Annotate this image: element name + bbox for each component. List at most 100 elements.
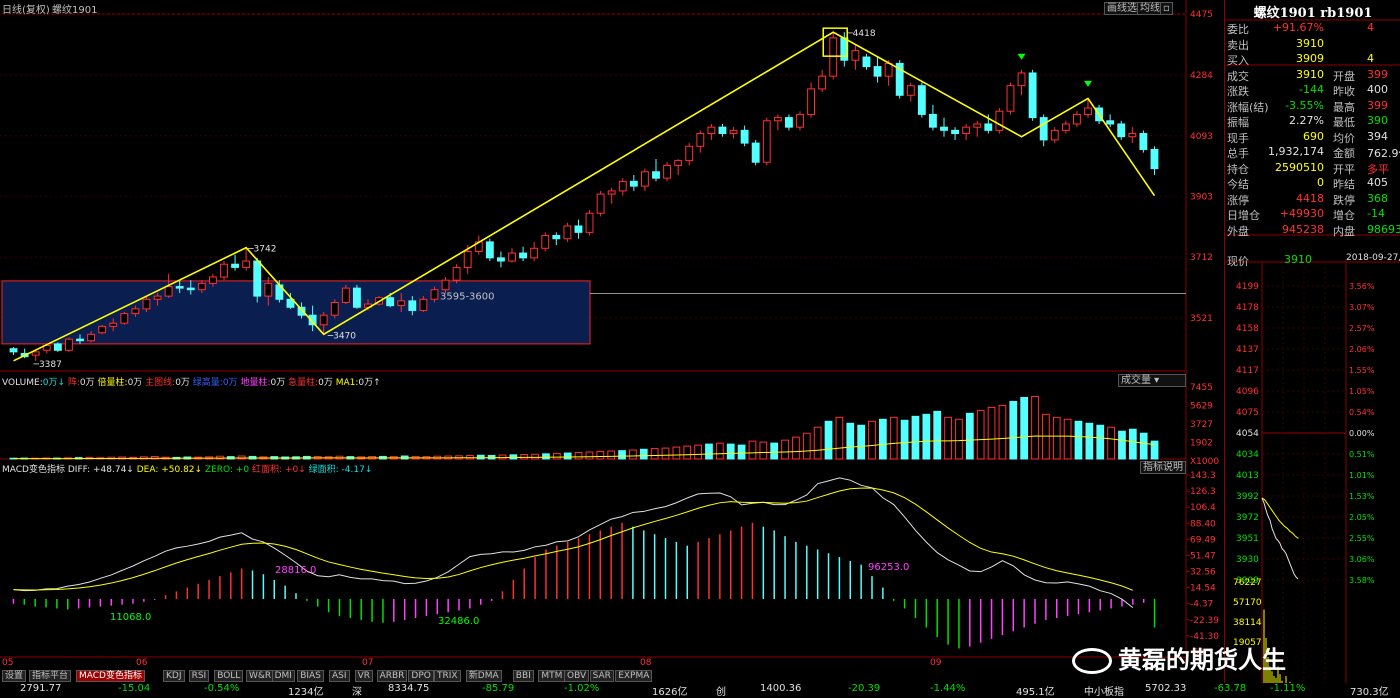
volume-bar: [639, 448, 648, 460]
candle-body: [508, 252, 516, 262]
volume-bar: [792, 436, 800, 460]
volume-bar: [531, 453, 539, 460]
indicator-tab[interactable]: EXPMA: [615, 670, 653, 682]
quote-value: 3910: [1296, 67, 1324, 81]
volume-bar: [629, 449, 637, 460]
volume-bar: [737, 444, 746, 460]
swing-low-label: ─3470: [327, 331, 357, 341]
candle-body: [1050, 129, 1059, 141]
volume-indicator-dropdown[interactable]: 成交量 ▾: [1118, 374, 1186, 387]
macd-lvmj: 绿面积: -4.17↓: [308, 465, 373, 475]
indicator-tab[interactable]: DMI: [271, 670, 295, 682]
volume-bar: [878, 418, 887, 460]
date-axis-label: 06: [136, 658, 148, 668]
candle-body: [1006, 85, 1015, 112]
quote-value: +49930: [1279, 207, 1324, 220]
status-item: 2791.77: [20, 683, 62, 694]
candle-body: [729, 129, 738, 135]
macd-diff: DIFF: +48.74↓: [67, 465, 134, 475]
price-tick-label: 4093: [1190, 132, 1213, 142]
indicator-tab[interactable]: RSI: [188, 670, 210, 682]
volume-header-item: 0万: [175, 378, 193, 388]
volume-header-item: VOLUME:: [2, 378, 43, 388]
candle-body: [541, 235, 550, 249]
status-item: 创: [716, 687, 726, 698]
indicator-tab[interactable]: VR: [354, 670, 374, 682]
volume-bar: [1020, 396, 1029, 460]
low-label: ─3387: [33, 360, 62, 370]
quote-row: 涨跌 -144 昨收 400: [1226, 82, 1400, 98]
candle-body: [640, 171, 649, 187]
indicator-tab[interactable]: MTM: [538, 670, 566, 682]
quote-value: 3909: [1296, 52, 1324, 65]
macd-name[interactable]: MACD变色指标: [2, 465, 65, 475]
quote-value: -144: [1299, 83, 1324, 96]
quote-value2: 390: [1367, 114, 1388, 127]
indicator-tab[interactable]: SAR: [589, 670, 614, 682]
date-axis-label: 09: [930, 658, 942, 668]
quote-row: 持仓 2590510 开平 多平: [1226, 160, 1400, 176]
indicator-tab[interactable]: ASI: [329, 670, 350, 682]
candle-body: [740, 129, 749, 144]
volume-bar: [748, 440, 757, 460]
volume-header-item: 主图线:: [145, 378, 176, 388]
volume-bar: [1139, 432, 1148, 460]
candle-body: [563, 225, 572, 240]
candle-body: [31, 351, 40, 356]
volume-bar: [1085, 422, 1094, 460]
quote-value: 1,932,174: [1268, 145, 1324, 158]
volume-tick-label: X1000: [1190, 457, 1219, 467]
peak-label: ─4418: [846, 29, 876, 39]
indicator-tab[interactable]: BOLL: [214, 670, 244, 682]
indicator-tab[interactable]: 指标平台: [29, 670, 72, 682]
draw-line-button[interactable]: 画线选: [1104, 2, 1140, 15]
candle-body: [496, 257, 505, 262]
volume-bar: [1107, 426, 1115, 460]
indicator-tab[interactable]: 设置: [2, 670, 27, 682]
macd-header: MACD变色指标 DIFF: +48.74↓ DEA: +50.82↓ ZERO…: [2, 462, 372, 475]
macd-tick-label: 106.4: [1190, 503, 1216, 513]
candle-body: [319, 314, 328, 326]
volume-bar: [846, 422, 855, 460]
candle-body: [773, 117, 782, 122]
indicator-tab[interactable]: MACD变色指标: [76, 670, 145, 682]
indicator-tab[interactable]: DPO: [408, 670, 434, 682]
date-axis-label: 07: [362, 658, 373, 668]
candle-body: [98, 325, 107, 334]
quote-value2: 394: [1367, 129, 1388, 143]
macd-area-annotation: 32486.0: [438, 616, 479, 627]
status-item: -20.39: [848, 683, 881, 694]
index-status-bar: 2791.77 -15.04 -0.54% 1234亿 深 8334.75 -85.79 -1…: [0, 683, 1400, 698]
volume-bar: [520, 454, 529, 460]
volume-bar: [955, 418, 963, 460]
candle-body: [231, 263, 240, 268]
quote-row: 卖出 3910: [1226, 36, 1400, 52]
volume-header-item: 0万: [270, 378, 289, 388]
indicator-tab[interactable]: KDJ: [163, 670, 185, 682]
indicator-tab[interactable]: BIAS: [297, 670, 324, 682]
candle-body: [142, 298, 151, 310]
candle-body: [707, 126, 716, 135]
indicator-tab[interactable]: OBV: [564, 670, 590, 682]
period-label[interactable]: 日线(复权): [2, 1, 50, 16]
candle-body: [430, 289, 439, 300]
status-item: -1.02%: [564, 683, 600, 694]
volume-bar: [835, 416, 844, 460]
indicator-tab[interactable]: BBI: [512, 670, 534, 682]
candle-body: [962, 126, 971, 135]
volume-bar: [1031, 395, 1039, 460]
candle-body: [1117, 123, 1126, 138]
indicator-tab[interactable]: W&R: [246, 670, 275, 682]
indicator-tab[interactable]: ARBR: [376, 670, 408, 682]
indicator-help-button[interactable]: 指标说明: [1140, 461, 1186, 474]
volume-bar: [1096, 424, 1105, 460]
quote-row: 涨停 4418 跌停 368: [1226, 191, 1400, 207]
price-tick-label: 4475: [1190, 10, 1213, 20]
indicator-tab[interactable]: 新DMA: [465, 670, 502, 682]
quote-value2: 368: [1367, 191, 1388, 205]
volume-bar: [661, 447, 670, 460]
candle-body: [784, 117, 793, 128]
quote-label: 外盘: [1227, 224, 1249, 238]
toggle-button[interactable]: ▫: [1160, 2, 1173, 15]
indicator-tab[interactable]: TRIX: [434, 670, 461, 682]
